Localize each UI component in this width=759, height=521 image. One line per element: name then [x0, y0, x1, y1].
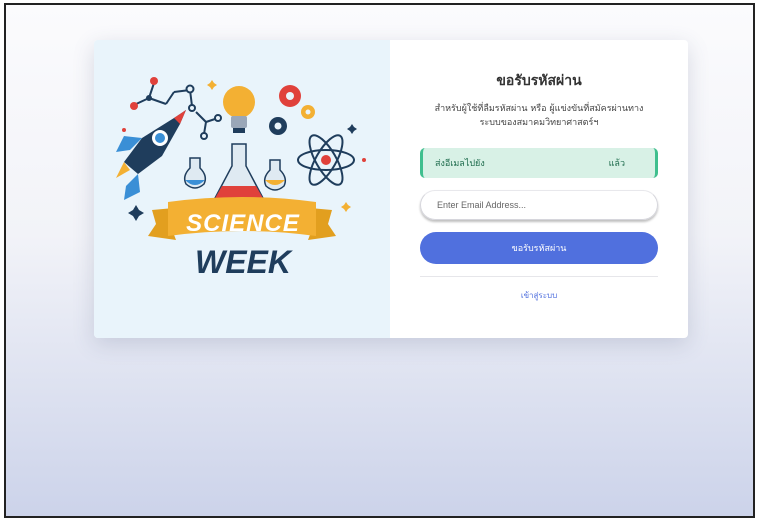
atom-icon [297, 134, 355, 186]
divider [420, 276, 658, 277]
gears-icon [269, 85, 315, 135]
forgot-password-card: SCIENCE WEEK ขอรับรหัสผ่าน สำหรับผู้ใช้ท… [94, 40, 688, 338]
flask-right-icon [263, 159, 287, 191]
browser-viewport: SCIENCE WEEK ขอรับรหัสผ่าน สำหรับผู้ใช้ท… [4, 3, 755, 518]
rocket-icon [116, 110, 186, 200]
email-field[interactable] [435, 199, 643, 211]
login-link[interactable]: เข้าสู่ระบบ [420, 289, 658, 302]
page-subtitle: สำหรับผู้ใช้ที่ลืมรหัสผ่าน หรือ ผู้แข่งข… [420, 102, 658, 130]
science-week-illustration [116, 77, 366, 240]
email-field-wrapper [420, 190, 658, 220]
subtitle-line-1: สำหรับผู้ใช้ที่ลืมรหัสผ่าน หรือ ผู้แข่งข… [434, 104, 644, 114]
molecule-icon [130, 77, 196, 112]
email-sent-alert: ส่งอีเมลไปยัง แล้ว [420, 148, 658, 178]
page-title: ขอรับรหัสผ่าน [496, 73, 582, 89]
logo-week: WEEK [195, 244, 291, 280]
request-password-button[interactable]: ขอรับรหัสผ่าน [420, 232, 658, 264]
light-bulb-icon [223, 86, 255, 133]
logo-science: SCIENCE [186, 210, 300, 237]
flask-left-icon [183, 157, 207, 189]
alert-prefix-text: ส่งอีเมลไปยัง [435, 159, 485, 169]
molecule-small-icon [195, 111, 222, 140]
science-week-illustration-panel: SCIENCE WEEK [94, 40, 390, 338]
forgot-password-form: ขอรับรหัสผ่าน สำหรับผู้ใช้ที่ลืมรหัสผ่าน… [390, 40, 688, 338]
subtitle-line-2: ระบบของสมาคมวิทยาศาสตร์ฯ [479, 118, 599, 128]
alert-suffix-text: แล้ว [608, 159, 625, 169]
erlenmeyer-flask-icon [212, 143, 266, 201]
